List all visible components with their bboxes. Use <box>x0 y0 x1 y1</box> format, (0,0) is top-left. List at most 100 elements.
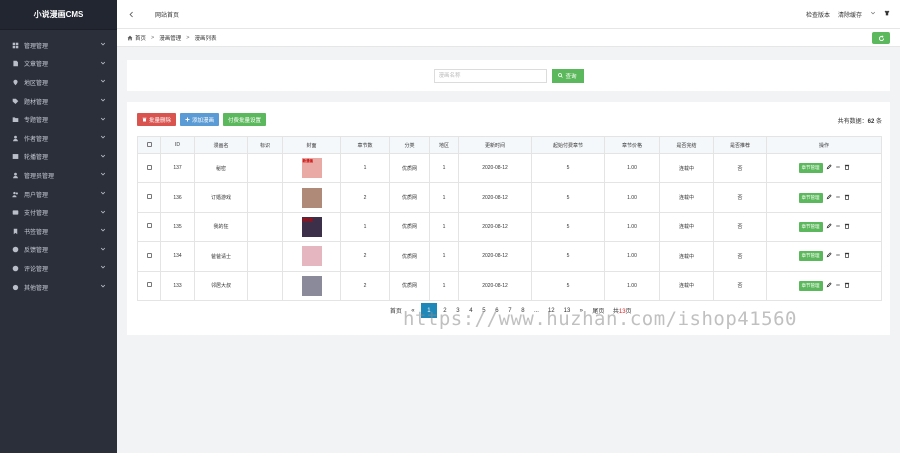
page-link[interactable]: 5 <box>479 303 489 318</box>
page-link[interactable]: 6 <box>492 303 502 318</box>
batch-delete-button[interactable]: 批量删除 <box>137 113 177 126</box>
tab-home[interactable]: 网站首页 <box>155 10 179 19</box>
table-row: 134 爸爸请士 2 优质网 1 2020-08-12 5 1.00 连载中否 章节管理 <box>137 241 882 272</box>
column-header: 分类 <box>389 136 430 154</box>
minus-icon[interactable] <box>835 164 841 172</box>
page-link[interactable]: 13 <box>561 303 574 318</box>
sidebar-item-3[interactable]: 题材管理 <box>0 92 117 111</box>
trash-icon[interactable] <box>844 194 850 202</box>
minus-icon[interactable] <box>835 194 841 202</box>
sidebar-item-1[interactable]: 文章管理 <box>0 55 117 74</box>
cell-updated: 2020-08-12 <box>458 211 532 243</box>
trash-icon[interactable] <box>844 252 850 260</box>
sidebar-item-13[interactable]: 其他管理 <box>0 278 117 297</box>
edit-icon[interactable] <box>826 252 832 260</box>
first-page-link[interactable]: 首页 <box>387 303 405 318</box>
minus-icon[interactable] <box>835 282 841 290</box>
select-all-checkbox[interactable] <box>146 141 152 147</box>
page-link[interactable]: 4 <box>466 303 476 318</box>
cell-price: 1.00 <box>604 152 660 184</box>
breadcrumb-home[interactable]: 首页 <box>127 34 146 42</box>
cell-updated: 2020-08-12 <box>458 270 532 301</box>
edit-icon[interactable] <box>826 223 832 231</box>
edit-icon[interactable] <box>826 282 832 290</box>
row-checkbox[interactable] <box>146 223 152 229</box>
page-link[interactable]: 3 <box>453 303 463 318</box>
document-icon <box>10 60 20 67</box>
trash-icon[interactable] <box>844 223 850 231</box>
sidebar-item-label: 专题管理 <box>24 118 49 125</box>
row-select-cell <box>137 241 161 272</box>
row-checkbox[interactable] <box>146 282 152 288</box>
cell-chapters: 2 <box>340 270 390 301</box>
minus-icon[interactable] <box>835 252 841 260</box>
sidebar-item-11[interactable]: 反馈管理 <box>0 241 117 260</box>
users-icon <box>10 191 20 198</box>
pay-settings-label: 付费批量设置 <box>228 117 262 124</box>
sidebar-item-7[interactable]: 管理员管理 <box>0 166 117 185</box>
chevron-left-icon <box>129 11 133 17</box>
clear-cache-button[interactable]: 清除缓存 <box>838 10 862 19</box>
sidebar-item-10[interactable]: 书签管理 <box>0 222 117 241</box>
page-link[interactable]: 7 <box>505 303 515 318</box>
row-checkbox[interactable] <box>146 194 152 200</box>
sidebar-item-8[interactable]: 用户管理 <box>0 185 117 204</box>
chevron-down-icon[interactable] <box>870 10 876 18</box>
add-comic-button[interactable]: 添加漫画 <box>180 113 220 126</box>
chapter-manage-button[interactable]: 章节管理 <box>798 280 823 291</box>
page-link[interactable]: 1 <box>420 303 437 318</box>
row-checkbox[interactable] <box>146 252 152 258</box>
cell-recommend: 否 <box>713 182 767 213</box>
search-button[interactable]: 查询 <box>551 68 584 83</box>
table-header: ID 漫画名 标识 封面 章节数 分类 地区 更新时间 起始付费章节 章节价格 是否完结 是否推荐 操作 <box>137 136 882 154</box>
breadcrumb-comic-manage[interactable]: 漫画管理 <box>159 34 181 42</box>
chapter-manage-button[interactable]: 章节管理 <box>798 251 823 262</box>
trash-icon[interactable] <box>844 164 850 172</box>
trash-icon[interactable] <box>844 282 850 290</box>
sidebar-item-2[interactable]: 地区管理 <box>0 73 117 92</box>
shirt-icon[interactable] <box>884 10 890 18</box>
chevron-down-icon <box>99 171 107 179</box>
chapter-manage-button[interactable]: 章节管理 <box>798 221 823 232</box>
back-button[interactable] <box>117 0 145 29</box>
cover-image <box>301 275 322 296</box>
row-select-cell <box>137 270 161 301</box>
breadcrumb-separator: > <box>186 34 190 41</box>
sidebar-nav: 管理管理 文章管理 地区管理题材管理专题管理作者管理 轮播管理 管理员管理 用户管理 支付管… <box>0 30 117 296</box>
sidebar-item-6[interactable]: 轮播管理 <box>0 148 117 167</box>
page-link[interactable]: 2 <box>440 303 450 318</box>
cell-id: 134 <box>160 241 195 272</box>
edit-icon[interactable] <box>826 193 832 202</box>
refresh-button[interactable] <box>872 32 890 44</box>
edit-icon[interactable] <box>826 164 832 172</box>
cell-price: 1.00 <box>604 270 660 301</box>
chapter-manage-button[interactable]: 章节管理 <box>798 163 823 174</box>
cell-recommend: 否 <box>713 211 767 243</box>
sidebar-item-5[interactable]: 作者管理 <box>0 129 117 148</box>
row-checkbox[interactable] <box>146 164 152 170</box>
last-page-link[interactable]: 尾页 <box>589 303 607 318</box>
page-link[interactable]: 12 <box>545 303 558 318</box>
card-icon <box>10 209 20 216</box>
batch-delete-label: 批量删除 <box>149 117 172 124</box>
sidebar-item-0[interactable]: 管理管理 <box>0 36 117 55</box>
sidebar-item-12[interactable]: 评论管理 <box>0 259 117 278</box>
sidebar-item-9[interactable]: 支付管理 <box>0 203 117 222</box>
sidebar-item-4[interactable]: 专题管理 <box>0 110 117 129</box>
check-version-button[interactable]: 检查版本 <box>806 10 830 19</box>
bookmark-icon <box>10 228 20 235</box>
cell-name: 订婚游戏 <box>194 182 248 213</box>
ops-cell: 章节管理 <box>766 270 882 301</box>
sidebar-item-label: 题材管理 <box>24 99 49 106</box>
page-ellipsis: ... <box>533 307 539 314</box>
prev-page-link[interactable]: « <box>408 303 418 318</box>
pay-settings-button[interactable]: 付费批量设置 <box>223 113 267 126</box>
select-all-header[interactable] <box>137 136 161 154</box>
next-page-link[interactable]: » <box>576 303 586 318</box>
cell-chapters: 2 <box>340 241 390 272</box>
search-input[interactable] <box>433 68 547 83</box>
minus-icon[interactable] <box>835 223 841 231</box>
page-link[interactable]: 8 <box>518 303 528 318</box>
chapter-manage-button[interactable]: 章节管理 <box>798 192 823 203</box>
cover-image-title: 新漫画 <box>302 159 314 164</box>
